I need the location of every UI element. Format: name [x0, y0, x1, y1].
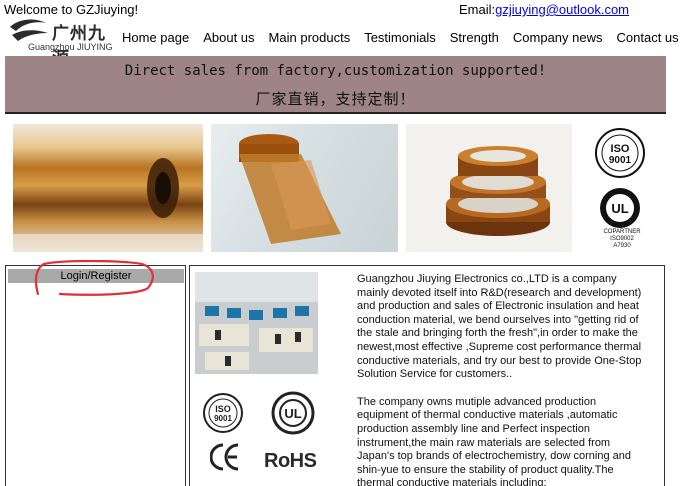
- promo-banner: Direct sales from factory,customization …: [5, 56, 666, 114]
- iso-label: ISO: [611, 143, 630, 155]
- iso-number: 9001: [214, 414, 232, 423]
- email-link[interactable]: gzjiuying@outlook.com: [495, 2, 629, 17]
- cert-caption: COPARTNER ISO9002 A7930: [596, 229, 648, 250]
- about-paragraph: Guangzhou Jiuying Electronics co.,LTD is…: [357, 273, 642, 381]
- nav-strength[interactable]: Strength: [450, 30, 499, 45]
- product-photo-tape-rolls: [406, 124, 572, 252]
- banner-line-english: Direct sales from factory,customization …: [124, 63, 547, 79]
- ul-label: UL: [611, 201, 628, 216]
- rohs-mark: RoHS: [264, 450, 317, 472]
- ul-label: UL: [284, 406, 301, 421]
- company-logo[interactable]: 广州九源 Guangzhou JIUYING: [8, 17, 113, 69]
- nav-testimonials[interactable]: Testimonials: [364, 30, 436, 45]
- product-photo-film-rolls: [13, 124, 203, 252]
- nav-contact[interactable]: Contact us: [617, 30, 679, 45]
- logo-english-name: Guangzhou JIUYING: [28, 42, 113, 52]
- product-photo-film-sheet: [211, 124, 398, 252]
- nav-home[interactable]: Home page: [122, 30, 189, 45]
- ul-small-icon: UL: [270, 390, 316, 436]
- login-register-button[interactable]: Login/Register: [8, 269, 184, 283]
- about-paragraph: The company owns mutiple advanced produc…: [357, 395, 631, 486]
- iso-9001-small-icon: ISO 9001: [202, 392, 244, 434]
- about-text: Guangzhou Jiuying Electronics co.,LTD is…: [357, 273, 647, 486]
- nav-news[interactable]: Company news: [513, 30, 603, 45]
- nav-products[interactable]: Main products: [269, 30, 351, 45]
- cert-caption-line: COPARTNER: [603, 229, 641, 235]
- iso-label: ISO: [215, 404, 231, 414]
- iso-9001-badge-icon: ISO 9001: [594, 127, 646, 179]
- iso-number: 9001: [609, 155, 632, 166]
- main-nav: Home page About us Main products Testimo…: [122, 30, 679, 45]
- sidebar-panel: [5, 265, 186, 486]
- welcome-text: Welcome to GZJiuying!: [4, 2, 139, 17]
- logo-swoosh-icon: [10, 19, 48, 41]
- office-photo: [195, 272, 318, 374]
- email-contact: Email:gzjiuying@outlook.com: [459, 2, 629, 17]
- ul-badge-icon: UL: [598, 186, 642, 230]
- email-label: Email:: [459, 2, 496, 17]
- nav-about[interactable]: About us: [203, 30, 254, 45]
- cert-caption-line: A7930: [613, 243, 631, 249]
- ce-mark-icon: [209, 439, 240, 475]
- banner-line-chinese: 厂家直销，支持定制！: [255, 90, 416, 108]
- cert-caption-line: ISO9002: [610, 236, 634, 242]
